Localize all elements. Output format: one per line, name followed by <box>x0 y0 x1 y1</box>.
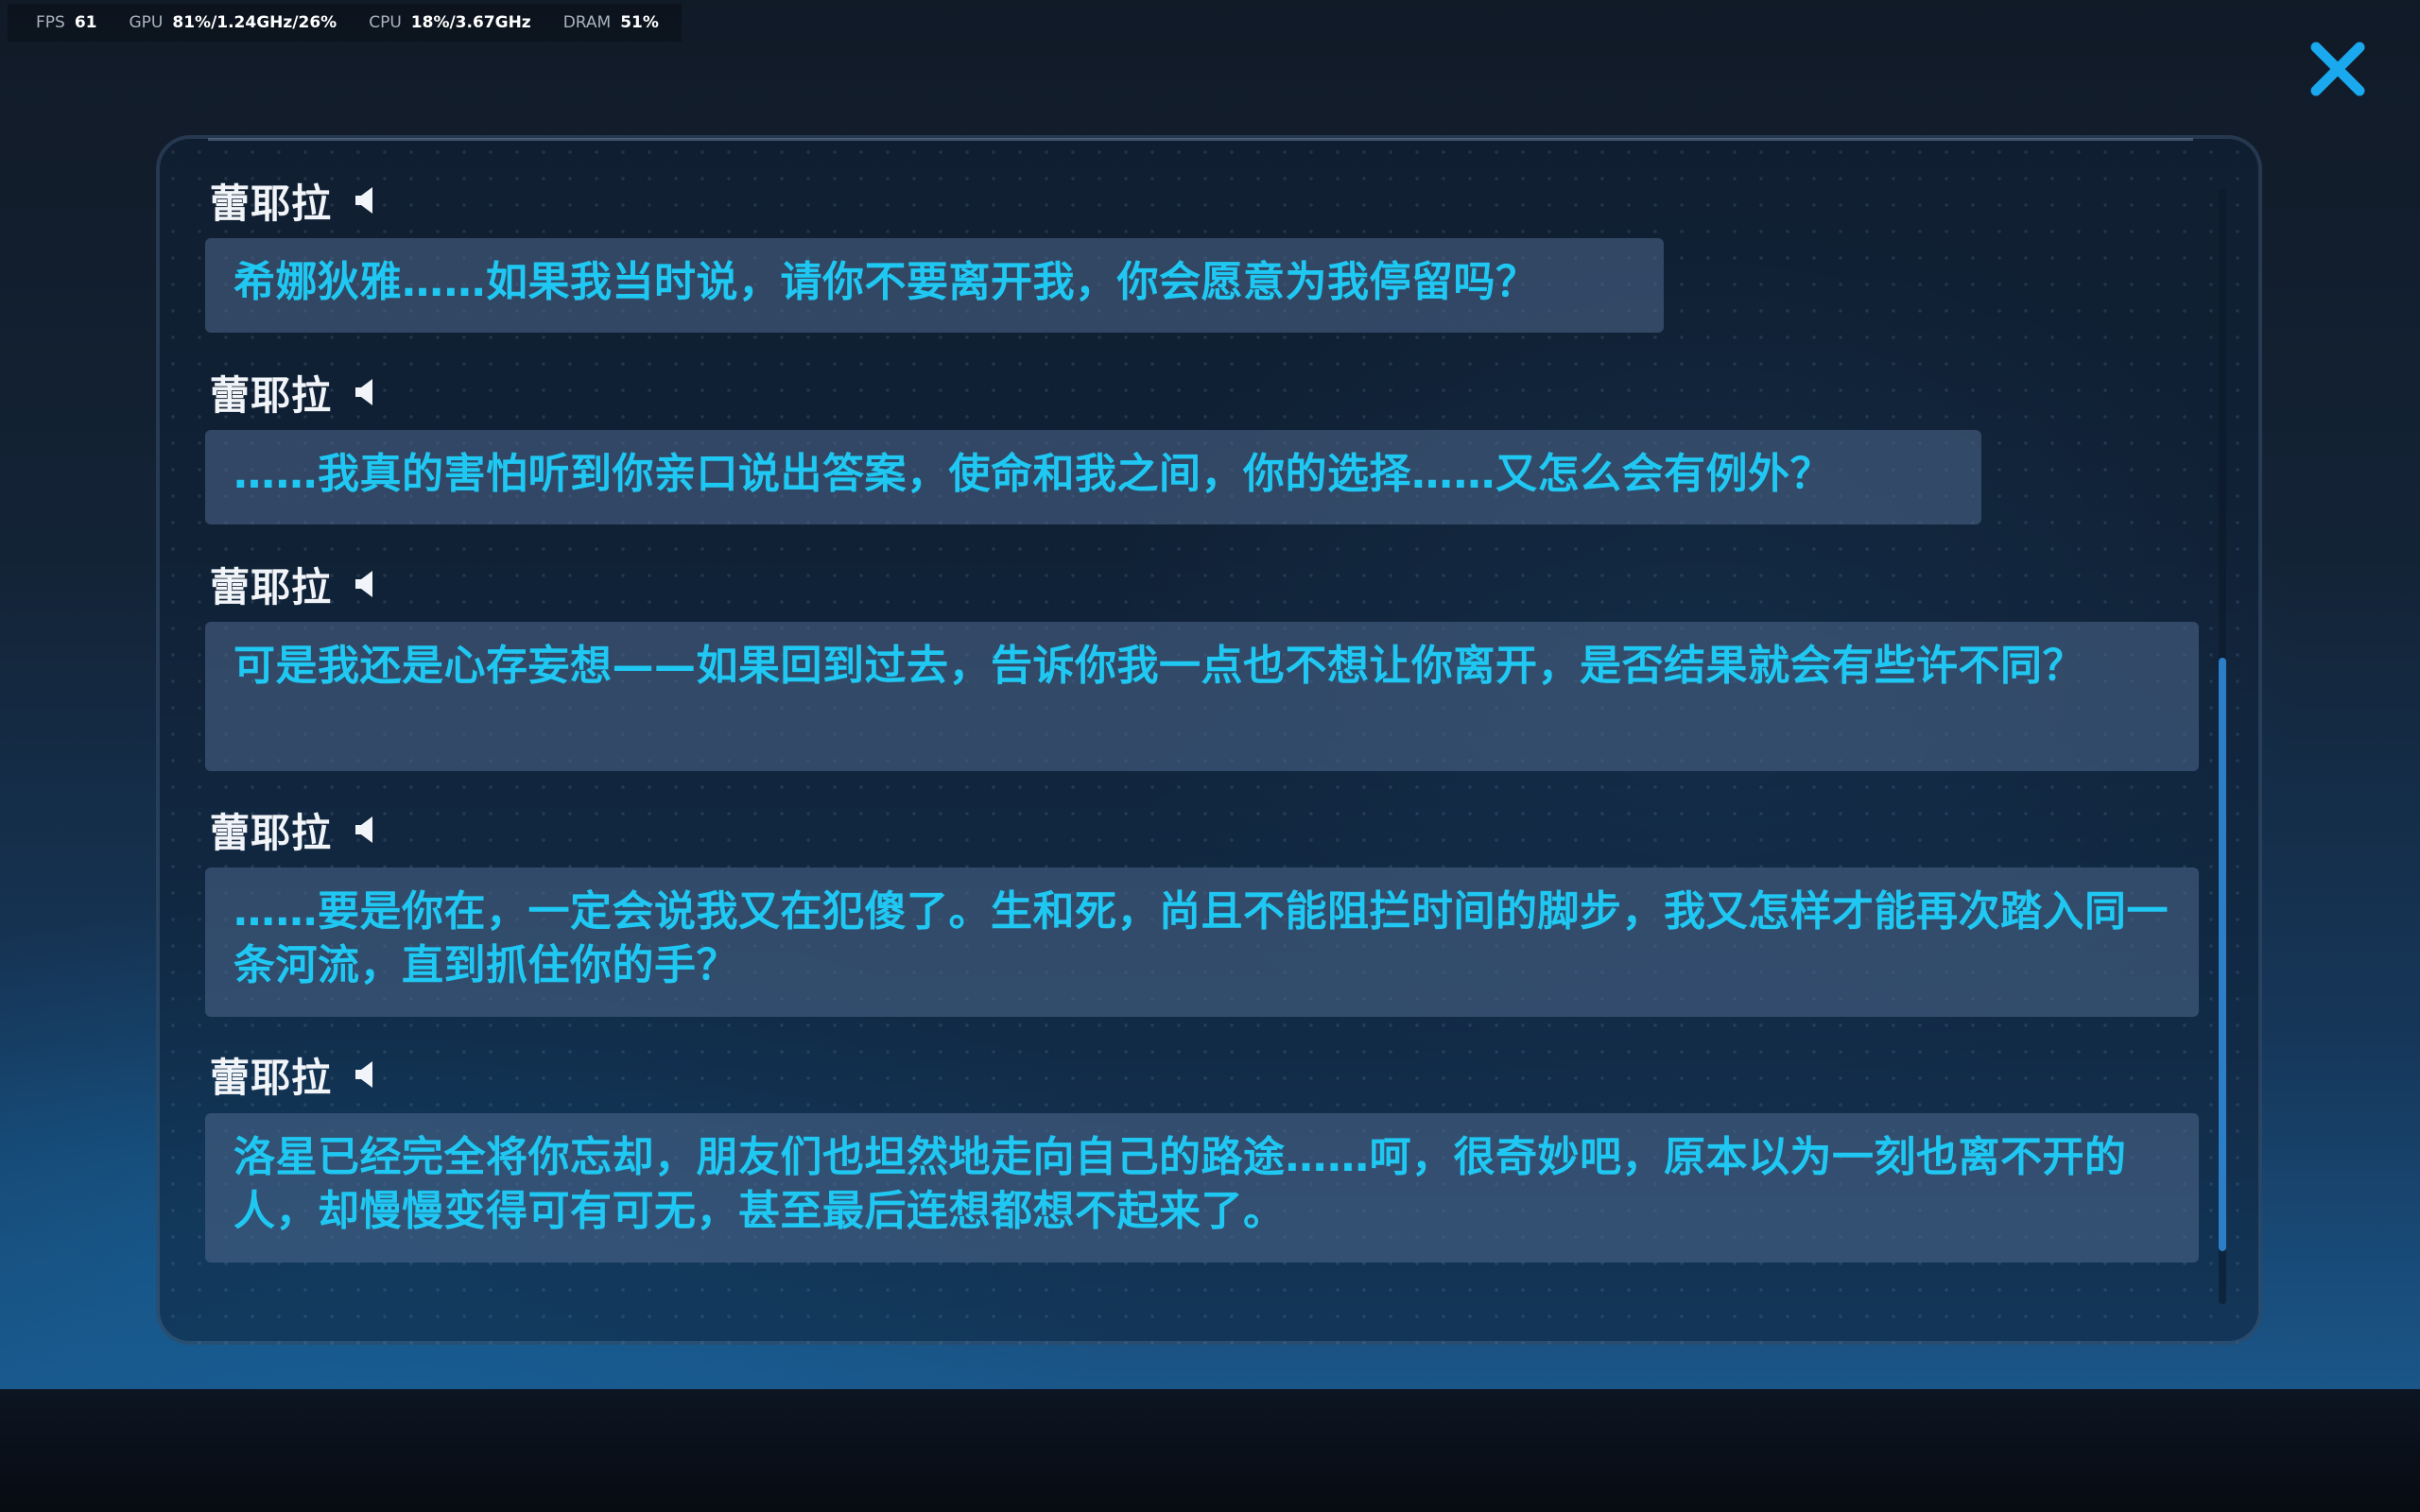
dialogue-line: 可是我还是心存妄想——如果回到过去，告诉你我一点也不想让你离开，是否结果就会有些… <box>205 622 2199 771</box>
dram-label: DRAM <box>562 13 612 32</box>
fps-label: FPS <box>36 13 65 32</box>
speaker-name: 蕾耶拉 <box>210 1054 333 1101</box>
gpu-readout: GPU 81%/1.24GHz/26% <box>130 13 337 32</box>
dialogue-line: ……要是你在，一定会说我又在犯傻了。生和死，尚且不能阻拦时间的脚步，我又怎样才能… <box>205 868 2199 1017</box>
cpu-readout: CPU 18%/3.67GHz <box>369 13 531 32</box>
bottom-band <box>0 1389 2420 1512</box>
speaker-name: 蕾耶拉 <box>210 563 333 610</box>
speaker-icon[interactable] <box>354 570 375 598</box>
speaker-row: 蕾耶拉 <box>210 558 375 610</box>
speaker-row: 蕾耶拉 <box>210 1048 375 1101</box>
speaker-name: 蕾耶拉 <box>210 371 333 419</box>
dram-value: 51% <box>620 13 659 32</box>
scrollbar-thumb[interactable] <box>2219 658 2226 1251</box>
cpu-value: 18%/3.67GHz <box>410 13 531 32</box>
speaker-row: 蕾耶拉 <box>210 174 375 227</box>
close-icon <box>2310 42 2365 96</box>
speaker-row: 蕾耶拉 <box>210 803 375 856</box>
fps-value: 61 <box>74 13 97 32</box>
gpu-value: 81%/1.24GHz/26% <box>172 13 337 32</box>
dram-readout: DRAM 51% <box>563 13 659 32</box>
speaker-icon[interactable] <box>354 1060 375 1089</box>
dialogue-text: 洛星已经完全将你忘却，朋友们也坦然地走向自己的路途……呵，很奇妙吧，原本以为一刻… <box>233 1133 2127 1235</box>
dialogue-line: 洛星已经完全将你忘却，朋友们也坦然地走向自己的路途……呵，很奇妙吧，原本以为一刻… <box>205 1113 2199 1263</box>
speaker-icon[interactable] <box>354 816 375 844</box>
dialogue-line: 希娜狄雅……如果我当时说，请你不要离开我，你会愿意为我停留吗？ <box>205 238 1664 333</box>
speaker-icon[interactable] <box>354 378 375 406</box>
performance-overlay: FPS 61 GPU 81%/1.24GHz/26% CPU 18%/3.67G… <box>8 4 682 42</box>
speaker-icon[interactable] <box>354 186 375 215</box>
speaker-name: 蕾耶拉 <box>210 180 333 227</box>
dialogue-text: 可是我还是心存妄想——如果回到过去，告诉你我一点也不想让你离开，是否结果就会有些… <box>233 642 2084 690</box>
gpu-label: GPU <box>129 13 164 32</box>
dialogue-line: ……我真的害怕听到你亲口说出答案，使命和我之间，你的选择……又怎么会有例外？ <box>205 430 1981 524</box>
speaker-name: 蕾耶拉 <box>210 809 333 856</box>
dialogue-text: 希娜狄雅……如果我当时说，请你不要离开我，你会愿意为我停留吗？ <box>233 258 1538 306</box>
fps-readout: FPS 61 <box>36 13 97 32</box>
dialogue-text: ……我真的害怕听到你亲口说出答案，使命和我之间，你的选择……又怎么会有例外？ <box>233 450 1832 498</box>
panel-top-divider <box>208 138 2193 141</box>
speaker-row: 蕾耶拉 <box>210 366 375 419</box>
close-button[interactable] <box>2307 38 2369 100</box>
dialogue-text: ……要是你在，一定会说我又在犯傻了。生和死，尚且不能阻拦时间的脚步，我又怎样才能… <box>233 887 2169 989</box>
cpu-label: CPU <box>369 13 402 32</box>
